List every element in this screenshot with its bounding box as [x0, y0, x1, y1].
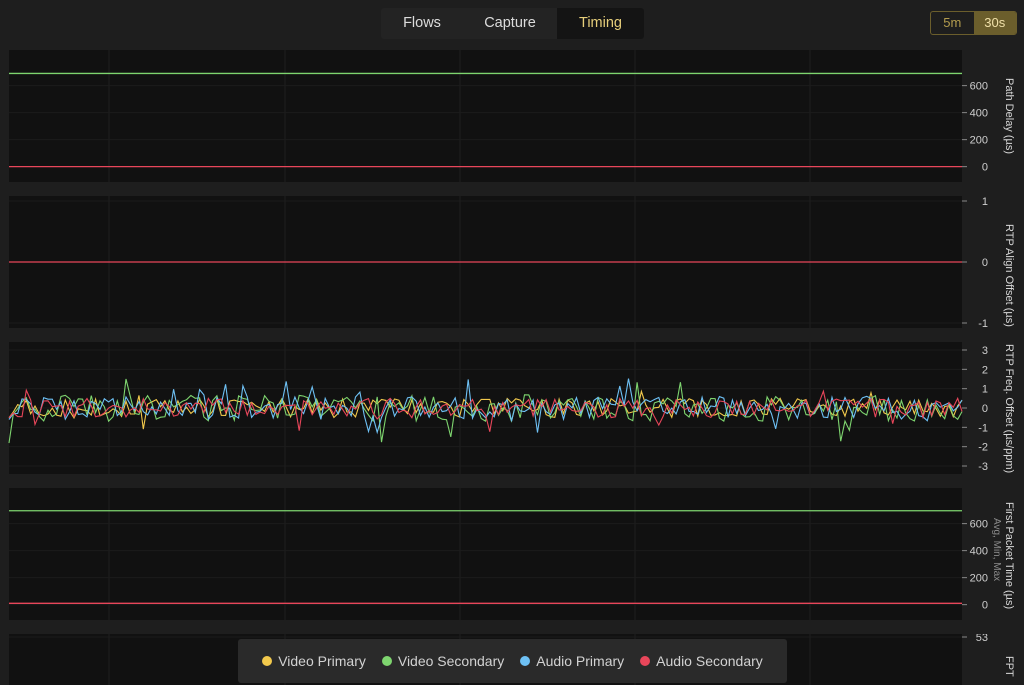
- chart-svg: -3 -2 -1 0 1 2 3: [8, 342, 988, 474]
- chart-panel: -3 -2 -1 0 1 2 3 RTP Freq. Offset (µs/ppm): [0, 342, 1024, 474]
- range-5m-button[interactable]: 5m: [931, 12, 974, 34]
- legend-dot-audio-primary: [520, 656, 531, 666]
- legend-dot-audio-secondary: [640, 656, 651, 666]
- legend-label: Video Secondary: [397, 653, 505, 669]
- y-tick-label: 400: [970, 108, 988, 120]
- legend-audio-secondary[interactable]: Audio Secondary: [640, 653, 763, 669]
- y-axis-label: Path Delay (µs): [1003, 78, 1015, 155]
- y-axis-label: FPT: [1003, 656, 1015, 677]
- plot-area: [9, 50, 962, 182]
- time-range-toggle: 5m 30s: [930, 11, 1017, 35]
- legend-label: Video Primary: [278, 653, 366, 669]
- y-axis-sublabel: Avg, Min, Max: [991, 518, 1002, 582]
- y-tick-label: 200: [970, 135, 988, 147]
- chart-panel: -1 0 1 RTP Align Offset (µs): [0, 196, 1024, 328]
- y-tick-label: 200: [970, 573, 988, 585]
- chart-svg: -1 0 1: [9, 196, 988, 328]
- y-tick-label: -1: [978, 318, 988, 328]
- legend-dot-video-secondary: [381, 656, 392, 666]
- view-tabs: Flows Capture Timing: [381, 8, 644, 39]
- chart-svg: 0 200 400 600: [9, 488, 988, 620]
- y-tick-label: 2: [982, 364, 988, 376]
- chart-svg: 0 200 400 600: [9, 50, 988, 182]
- y-axis-label: RTP Align Offset (µs): [1003, 224, 1015, 327]
- y-tick-label: 0: [982, 162, 988, 174]
- tab-capture[interactable]: Capture: [463, 8, 557, 39]
- legend-video-primary[interactable]: Video Primary: [262, 653, 366, 669]
- y-tick-label: 400: [970, 546, 988, 558]
- y-tick-label: -3: [978, 461, 988, 473]
- range-30s-button[interactable]: 30s: [973, 12, 1016, 34]
- y-axis-label: RTP Freq. Offset (µs/ppm): [1003, 344, 1015, 474]
- legend-video-secondary[interactable]: Video Secondary: [381, 653, 505, 669]
- legend-label: Audio Secondary: [656, 653, 763, 669]
- tab-timing[interactable]: Timing: [557, 8, 644, 39]
- y-tick-label: 1: [982, 384, 988, 396]
- y-tick-label: 3: [982, 345, 988, 357]
- legend-dot-video-primary: [262, 656, 273, 666]
- y-tick-label: 0: [982, 403, 988, 415]
- y-tick-label: 600: [970, 81, 988, 93]
- tab-flows[interactable]: Flows: [381, 8, 463, 39]
- y-tick-label: -1: [978, 422, 988, 434]
- y-tick-label: 0: [982, 257, 988, 269]
- chart-panel: 0 200 400 600 Path Delay (µs): [0, 50, 1024, 182]
- y-tick-label: 600: [970, 519, 988, 531]
- y-tick-label: -2: [978, 442, 988, 454]
- legend-label: Audio Primary: [536, 653, 625, 669]
- plot-area: [9, 488, 962, 620]
- y-tick-label: 1: [982, 196, 988, 208]
- y-axis-label: First Packet Time (µs): [1003, 502, 1015, 610]
- y-tick-label: 53: [976, 634, 988, 644]
- y-tick-label: 0: [982, 600, 988, 612]
- chart-legend: Video Primary Video Secondary Audio Prim…: [238, 639, 787, 683]
- legend-audio-primary[interactable]: Audio Primary: [520, 653, 624, 669]
- chart-panel: 0 200 400 600 First Packet Time (µs) Avg, Min…: [0, 488, 1024, 620]
